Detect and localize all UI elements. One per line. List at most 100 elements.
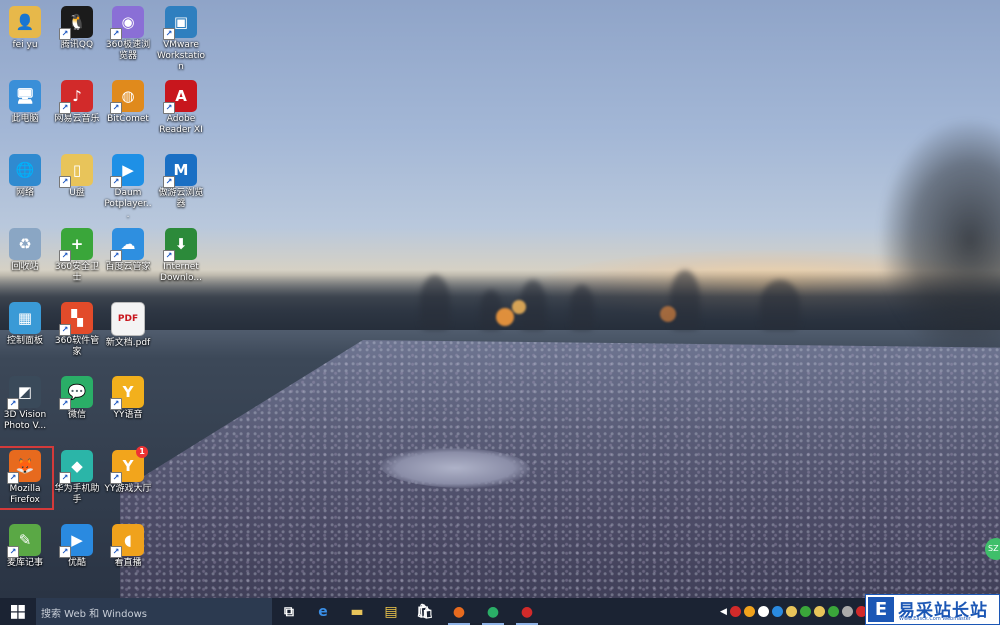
taskbar-netease-music-button[interactable]: ● bbox=[512, 598, 542, 625]
youku-icon: ▶ ↗ bbox=[59, 524, 93, 558]
edge-icon: e bbox=[318, 603, 328, 620]
wechat-icon: 💬 ↗ bbox=[59, 376, 93, 410]
taskbar-edge-button[interactable]: e bbox=[308, 598, 338, 625]
taskbar-file-explorer-button[interactable]: ▤ bbox=[376, 598, 406, 625]
taskbar-wechat-button[interactable]: ● bbox=[478, 598, 508, 625]
start-button[interactable] bbox=[0, 598, 36, 625]
desktop-icon[interactable]: ▦ 控制面板 bbox=[0, 302, 50, 347]
maiku-notes-icon: ✎ ↗ bbox=[7, 524, 41, 558]
shortcut-arrow-icon: ↗ bbox=[163, 28, 175, 40]
tray-app-icon[interactable] bbox=[841, 606, 853, 617]
shortcut-arrow-icon: ↗ bbox=[59, 250, 71, 262]
taskbar-task-view-button[interactable]: ⧉ bbox=[274, 598, 304, 625]
bitcomet-icon: ◍ ↗ bbox=[110, 80, 144, 114]
desktop-icon[interactable]: 🐧 ↗ 腾讯QQ bbox=[52, 6, 102, 51]
desktop-icon-label: 网络 bbox=[15, 188, 34, 198]
desktop-icon-label: 3D Vision Photo V... bbox=[3, 410, 47, 431]
tray-app-icon[interactable] bbox=[771, 606, 783, 617]
this-pc-icon: 🖥 bbox=[9, 80, 41, 112]
desktop-icon[interactable]: ◆ ↗ 华为手机助手 bbox=[52, 450, 102, 506]
desktop-icon-label: 此电脑 bbox=[11, 114, 39, 124]
firefox-icon: 🦊 ↗ bbox=[7, 450, 41, 484]
desktop-icon[interactable]: ◍ ↗ BitComet bbox=[103, 80, 153, 125]
shortcut-arrow-icon: ↗ bbox=[59, 472, 71, 484]
desktop-icon[interactable]: Y ↗ 1 YY游戏大厅 bbox=[103, 446, 153, 495]
desktop-icon-label: 傲游云浏览器 bbox=[158, 188, 204, 209]
desktop-icon-label: 新文档.pdf bbox=[105, 338, 151, 348]
tray-app-icon[interactable] bbox=[729, 606, 741, 617]
desktop-icon-label: VMware Workstation bbox=[156, 40, 206, 72]
desktop-icon[interactable]: PDF 新文档.pdf bbox=[103, 302, 153, 349]
tray-app-icon[interactable] bbox=[785, 606, 797, 617]
taskbar-firefox-button[interactable]: ● bbox=[444, 598, 474, 625]
qq-penguin-icon: 🐧 ↗ bbox=[59, 6, 93, 40]
idm-icon: ⬇ ↗ bbox=[163, 228, 197, 262]
desktop-icon[interactable]: 💬 ↗ 微信 bbox=[52, 376, 102, 421]
shortcut-arrow-icon: ↗ bbox=[163, 250, 175, 262]
netease-music-icon: ♪ ↗ bbox=[59, 80, 93, 114]
desktop-icon[interactable]: ▶ ↗ Daum Potplayer... bbox=[103, 154, 153, 221]
desktop-icon[interactable]: ⬇ ↗ Internet Downlo... bbox=[156, 228, 206, 284]
desktop-icon[interactable]: ◉ ↗ 360极速浏览器 bbox=[103, 6, 153, 62]
tray-app-icon[interactable] bbox=[757, 606, 769, 617]
watermark-subtitle: Www.Easck.Com Webmaster bbox=[899, 616, 971, 622]
desktop-icon[interactable]: 👤 fei yu bbox=[0, 6, 50, 51]
desktop-icon[interactable]: ♻ 回收站 bbox=[0, 228, 50, 273]
floating-helper-badge[interactable]: SZ bbox=[985, 538, 1000, 560]
baidu-cloud-icon: ☁ ↗ bbox=[110, 228, 144, 262]
tray-expand-icon[interactable]: ◀ bbox=[720, 607, 727, 617]
desktop-icon[interactable]: Y ↗ YY语音 bbox=[103, 376, 153, 421]
desktop-icon[interactable]: ▚ ↗ 360软件管家 bbox=[52, 302, 102, 358]
desktop-icon[interactable]: + ↗ 360安全卫士 bbox=[52, 228, 102, 284]
yy-voice-icon: Y ↗ bbox=[110, 376, 144, 410]
potplayer-icon: ▶ ↗ bbox=[110, 154, 144, 188]
desktop-icon-label: 微信 bbox=[67, 410, 86, 420]
frosty-plank bbox=[120, 340, 1000, 598]
shortcut-arrow-icon: ↗ bbox=[163, 176, 175, 188]
shortcut-arrow-icon: ↗ bbox=[59, 28, 71, 40]
maxthon-icon: M ↗ bbox=[163, 154, 197, 188]
desktop-icon[interactable]: ☁ ↗ 百度云管家 bbox=[103, 228, 153, 273]
desktop-icon-label: 看直播 bbox=[114, 558, 142, 568]
desktop-icon-label: YY语音 bbox=[113, 410, 143, 420]
explorer-icon: ▬ bbox=[350, 603, 364, 620]
tray-app-icon[interactable] bbox=[743, 606, 755, 617]
desktop-icon[interactable]: ◩ ↗ 3D Vision Photo V... bbox=[0, 376, 50, 432]
desktop-icon-label: 控制面板 bbox=[6, 336, 43, 346]
shortcut-arrow-icon: ↗ bbox=[59, 102, 71, 114]
search-box[interactable]: 搜索 Web 和 Windows bbox=[36, 598, 272, 625]
user-folder-icon: 👤 bbox=[9, 6, 41, 38]
firefox-icon: ● bbox=[452, 603, 466, 620]
taskbar-store-button[interactable]: 🛍 bbox=[410, 598, 440, 625]
desktop-icon[interactable]: ♪ ↗ 网易云音乐 bbox=[52, 80, 102, 125]
360-safe-icon: + ↗ bbox=[59, 228, 93, 262]
search-placeholder: 搜索 Web 和 Windows bbox=[41, 609, 147, 620]
usb-folder-icon: ▯ ↗ bbox=[59, 154, 93, 188]
desktop-icon[interactable]: 🌐 网络 bbox=[0, 154, 50, 199]
desktop-icon[interactable]: 🖥 此电脑 bbox=[0, 80, 50, 125]
desktop-icon[interactable]: ◖ ↗ 看直播 bbox=[103, 524, 153, 569]
store-icon: 🛍 bbox=[416, 603, 434, 620]
desktop-icon-label: 华为手机助手 bbox=[54, 484, 100, 505]
360-software-icon: ▚ ↗ bbox=[59, 302, 93, 336]
desktop-icon-label: 网易云音乐 bbox=[54, 114, 100, 124]
taskbar-explorer-button[interactable]: ▬ bbox=[342, 598, 372, 625]
shortcut-arrow-icon: ↗ bbox=[110, 472, 122, 484]
tray-app-icon[interactable] bbox=[813, 606, 825, 617]
taskbar: 搜索 Web 和 Windows ⧉ e ▬ ▤ 🛍 ● ● ● ◀ bbox=[0, 598, 1000, 625]
desktop-icon-label: YY游戏大厅 bbox=[104, 484, 152, 494]
netease-music-icon: ● bbox=[520, 603, 534, 620]
desktop-icon[interactable]: 🦊 ↗ Mozilla Firefox bbox=[0, 446, 54, 510]
recycle-bin-icon: ♻ bbox=[9, 228, 41, 260]
tray-app-icon[interactable] bbox=[827, 606, 839, 617]
desktop-icon[interactable]: ▶ ↗ 优酷 bbox=[52, 524, 102, 569]
desktop-icon[interactable]: ✎ ↗ 麦库记事 bbox=[0, 524, 50, 569]
desktop-icon[interactable]: M ↗ 傲游云浏览器 bbox=[156, 154, 206, 210]
desktop-icon[interactable]: A ↗ Adobe Reader XI bbox=[156, 80, 206, 136]
desktop-icon[interactable]: ▣ ↗ VMware Workstation bbox=[156, 6, 206, 73]
desktop-icon-label: 腾讯QQ bbox=[60, 40, 94, 50]
huawei-assistant-icon: ◆ ↗ bbox=[59, 450, 93, 484]
shortcut-arrow-icon: ↗ bbox=[110, 546, 122, 558]
tray-app-icon[interactable] bbox=[799, 606, 811, 617]
desktop-icon[interactable]: ▯ ↗ U盘 bbox=[52, 154, 102, 199]
